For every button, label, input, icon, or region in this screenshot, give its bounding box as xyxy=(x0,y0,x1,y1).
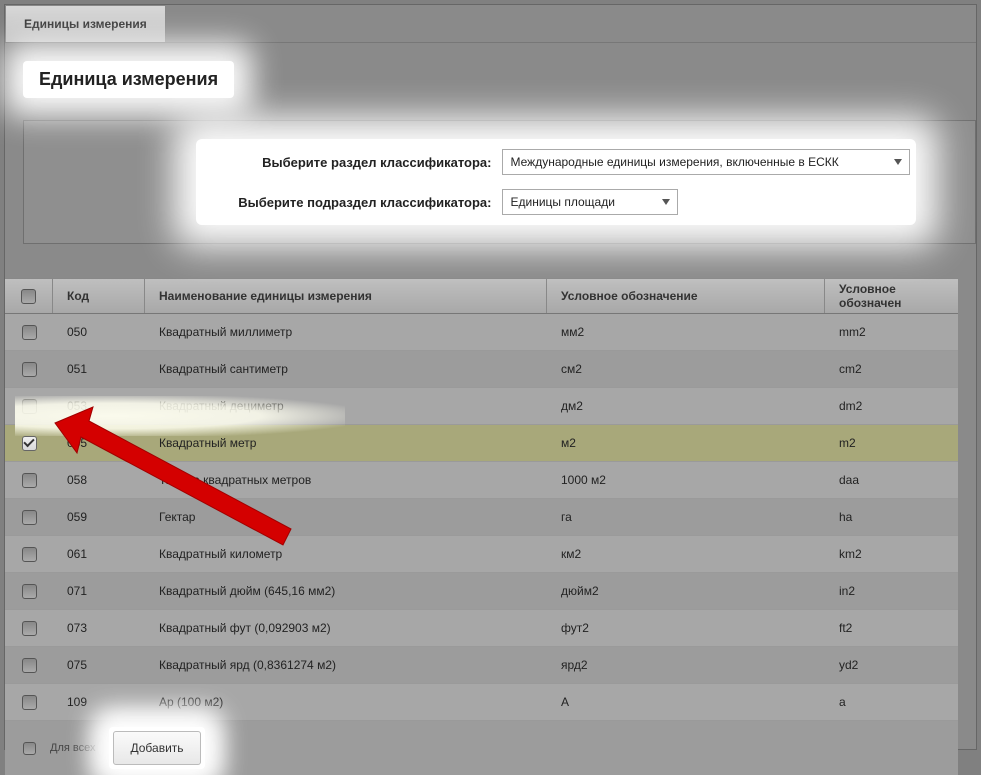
filter-panel: Выберите раздел классификатора: Междунар… xyxy=(23,120,976,244)
cell-code: 109 xyxy=(53,684,145,720)
tab-units[interactable]: Единицы измерения xyxy=(5,5,166,42)
cell-sym2: ft2 xyxy=(825,610,958,646)
table-row[interactable]: 109Ар (100 м2)Аa xyxy=(5,684,958,721)
table-row[interactable]: 075Квадратный ярд (0,8361274 м2)ярд2yd2 xyxy=(5,647,958,684)
cell-name: Квадратный миллиметр xyxy=(145,314,547,350)
cell-name: Ар (100 м2) xyxy=(145,684,547,720)
cell-sym2: a xyxy=(825,684,958,720)
cell-code: 055 xyxy=(53,425,145,461)
cell-name: Квадратный километр xyxy=(145,536,547,572)
cell-code: 058 xyxy=(53,462,145,498)
cell-name: Тысяча квадратных метров xyxy=(145,462,547,498)
row-checkbox[interactable] xyxy=(22,436,37,451)
table-row[interactable]: 053Квадратный дециметрдм2dm2 xyxy=(5,388,958,425)
header-name[interactable]: Наименование единицы измерения xyxy=(145,279,547,313)
table-row[interactable]: 059Гектаргаha xyxy=(5,499,958,536)
add-button[interactable]: Добавить xyxy=(113,731,200,765)
cell-code: 053 xyxy=(53,388,145,424)
table-row[interactable]: 061Квадратный километркм2km2 xyxy=(5,536,958,573)
cell-sym: А xyxy=(547,684,825,720)
table-row[interactable]: 055Квадратный метрм2m2 xyxy=(5,425,958,462)
cell-code: 061 xyxy=(53,536,145,572)
table-row[interactable]: 050Квадратный миллиметрмм2mm2 xyxy=(5,314,958,351)
units-table: Код Наименование единицы измерения Услов… xyxy=(5,278,958,775)
cell-sym: ярд2 xyxy=(547,647,825,683)
cell-code: 073 xyxy=(53,610,145,646)
cell-sym: га xyxy=(547,499,825,535)
cell-sym: см2 xyxy=(547,351,825,387)
select-all-checkbox[interactable] xyxy=(21,289,36,304)
cell-code: 059 xyxy=(53,499,145,535)
select-section[interactable]: Международные единицы измерения, включен… xyxy=(502,149,910,175)
cell-name: Гектар xyxy=(145,499,547,535)
row-checkbox[interactable] xyxy=(22,473,37,488)
cell-name: Квадратный фут (0,092903 м2) xyxy=(145,610,547,646)
cell-name: Квадратный дюйм (645,16 мм2) xyxy=(145,573,547,609)
filter-subsection-label: Выберите подраздел классификатора: xyxy=(202,195,492,210)
cell-sym: дюйм2 xyxy=(547,573,825,609)
cell-sym2: daa xyxy=(825,462,958,498)
cell-sym2: cm2 xyxy=(825,351,958,387)
row-checkbox[interactable] xyxy=(22,695,37,710)
select-subsection-value: Единицы площади xyxy=(511,195,615,209)
cell-sym2: ha xyxy=(825,499,958,535)
row-checkbox[interactable] xyxy=(22,510,37,525)
row-checkbox[interactable] xyxy=(22,658,37,673)
cell-name: Квадратный ярд (0,8361274 м2) xyxy=(145,647,547,683)
cell-sym2: in2 xyxy=(825,573,958,609)
cell-sym: фут2 xyxy=(547,610,825,646)
cell-sym2: km2 xyxy=(825,536,958,572)
chevron-down-icon xyxy=(659,195,673,209)
cell-sym: 1000 м2 xyxy=(547,462,825,498)
cell-sym2: mm2 xyxy=(825,314,958,350)
table-row[interactable]: 073Квадратный фут (0,092903 м2)фут2ft2 xyxy=(5,610,958,647)
footer-all-checkbox[interactable] xyxy=(23,742,36,755)
header-sym2[interactable]: Условное обозначен xyxy=(825,279,958,313)
header-code[interactable]: Код xyxy=(53,279,145,313)
row-checkbox[interactable] xyxy=(22,325,37,340)
table-footer: Для всех Добавить xyxy=(5,721,958,775)
select-subsection[interactable]: Единицы площади xyxy=(502,189,678,215)
row-checkbox[interactable] xyxy=(22,621,37,636)
cell-sym: м2 xyxy=(547,425,825,461)
header-sym[interactable]: Условное обозначение xyxy=(547,279,825,313)
cell-name: Квадратный дециметр xyxy=(145,388,547,424)
row-checkbox[interactable] xyxy=(22,547,37,562)
footer-all-label: Для всех xyxy=(50,742,95,754)
row-checkbox[interactable] xyxy=(22,399,37,414)
cell-sym2: dm2 xyxy=(825,388,958,424)
chevron-down-icon xyxy=(891,155,905,169)
table-row[interactable]: 071Квадратный дюйм (645,16 мм2)дюйм2in2 xyxy=(5,573,958,610)
page-title: Единица измерения xyxy=(23,61,234,98)
row-checkbox[interactable] xyxy=(22,584,37,599)
table-header: Код Наименование единицы измерения Услов… xyxy=(5,278,958,314)
cell-name: Квадратный метр xyxy=(145,425,547,461)
cell-sym: мм2 xyxy=(547,314,825,350)
cell-sym2: yd2 xyxy=(825,647,958,683)
filter-section-label: Выберите раздел классификатора: xyxy=(202,155,492,170)
cell-code: 051 xyxy=(53,351,145,387)
cell-code: 071 xyxy=(53,573,145,609)
cell-sym: км2 xyxy=(547,536,825,572)
table-row[interactable]: 051Квадратный сантиметрсм2cm2 xyxy=(5,351,958,388)
select-section-value: Международные единицы измерения, включен… xyxy=(511,155,839,169)
table-row[interactable]: 058Тысяча квадратных метров1000 м2daa xyxy=(5,462,958,499)
cell-sym: дм2 xyxy=(547,388,825,424)
cell-code: 075 xyxy=(53,647,145,683)
row-checkbox[interactable] xyxy=(22,362,37,377)
cell-code: 050 xyxy=(53,314,145,350)
tab-strip: Единицы измерения xyxy=(5,5,976,43)
cell-name: Квадратный сантиметр xyxy=(145,351,547,387)
cell-sym2: m2 xyxy=(825,425,958,461)
